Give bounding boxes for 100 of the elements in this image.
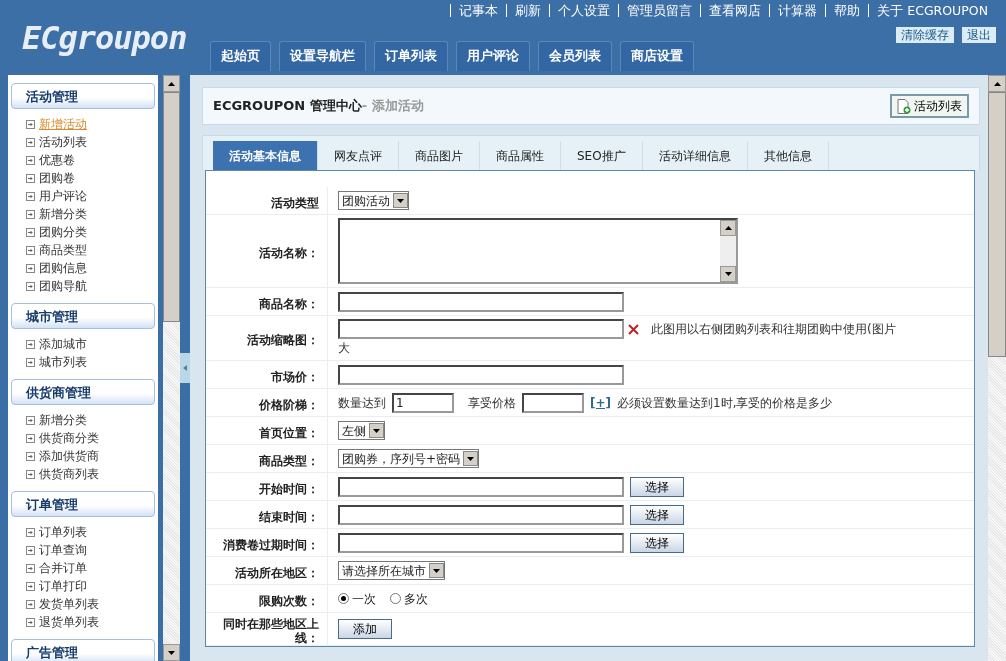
field-label: 商品名称： xyxy=(206,288,328,315)
field-text: 数量达到 xyxy=(338,394,386,412)
field-label: 活动类型 xyxy=(206,187,328,214)
sidebar-item[interactable]: 城市列表 xyxy=(39,353,87,371)
dropdown[interactable]: 团购活动 xyxy=(338,191,409,210)
add-document-icon xyxy=(897,98,911,114)
header-link[interactable]: 刷新 xyxy=(506,4,550,17)
field-label: 活动缩略图： xyxy=(206,316,328,360)
text-area[interactable] xyxy=(338,218,738,284)
dropdown-arrow-icon xyxy=(467,456,475,461)
field-label: 消费卷过期时间： xyxy=(206,529,328,556)
sidebar-item[interactable]: 新增分类 xyxy=(39,411,87,429)
logo: ECgroupon xyxy=(22,18,187,59)
sidebar-group-title[interactable]: 广告管理 xyxy=(11,639,155,661)
tab[interactable]: 活动基本信息 xyxy=(213,141,318,170)
header-button[interactable]: 退出 xyxy=(962,27,996,43)
sidebar-item[interactable]: 订单查询 xyxy=(39,541,87,559)
sidebar-item[interactable]: 团购信息 xyxy=(39,259,87,277)
field-label: 商品类型： xyxy=(206,445,328,472)
up-arrow-icon[interactable] xyxy=(168,81,175,86)
radio-button[interactable] xyxy=(390,593,401,604)
dropdown[interactable]: 左侧 xyxy=(338,421,385,440)
arrow-box-icon xyxy=(26,469,35,479)
header-link[interactable]: 计算器 xyxy=(769,4,826,17)
nav-tab[interactable]: 设置导航栏 xyxy=(279,41,366,71)
sidebar-item[interactable]: 团购导航 xyxy=(39,277,87,295)
header-button[interactable]: 清除缓存 xyxy=(896,27,954,43)
hint-text: 此图用以右侧团购列表和往期团购中使用(图片 xyxy=(651,321,896,338)
file-field[interactable] xyxy=(338,319,624,339)
date-field[interactable] xyxy=(338,532,624,553)
add-button[interactable]: 添加 xyxy=(338,619,392,639)
arrow-box-icon xyxy=(26,433,35,443)
select-button[interactable]: 选择 xyxy=(630,504,684,525)
sidebar-item[interactable]: 优惠卷 xyxy=(39,151,75,169)
radio-button[interactable] xyxy=(338,593,349,604)
arrow-box-icon xyxy=(26,155,35,165)
sidebar-item[interactable]: 订单打印 xyxy=(39,577,87,595)
field-label: 同时在那些地区上线： xyxy=(206,613,328,645)
sidebar-item[interactable]: 团购卷 xyxy=(39,169,75,187)
sidebar-item[interactable]: 发货单列表 xyxy=(39,595,99,613)
nav-tab[interactable]: 起始页 xyxy=(210,41,271,71)
sidebar-item[interactable]: 商品类型 xyxy=(39,241,87,259)
input-field[interactable] xyxy=(338,364,624,385)
arrow-box-icon xyxy=(26,137,35,147)
header-link[interactable]: 关于 ECGROUPON xyxy=(868,4,996,17)
sidebar-group-title[interactable]: 城市管理 xyxy=(11,303,155,329)
radio-label[interactable]: 一次 xyxy=(352,589,376,608)
header-link[interactable]: 帮助 xyxy=(825,4,869,17)
sidebar-group-title[interactable]: 供货商管理 xyxy=(11,379,155,405)
arrow-box-icon xyxy=(26,357,35,367)
collapse-handle[interactable] xyxy=(180,353,190,383)
add-link[interactable]: [+] xyxy=(590,393,612,412)
down-arrow-icon[interactable] xyxy=(724,272,732,276)
header-link[interactable]: 管理员留言 xyxy=(618,4,701,17)
sidebar-item[interactable]: 用户评论 xyxy=(39,187,87,205)
sidebar-item[interactable]: 订单列表 xyxy=(39,523,87,541)
down-arrow-icon[interactable] xyxy=(168,650,175,655)
sidebar-item[interactable]: 添加供货商 xyxy=(39,447,99,465)
arrow-box-icon xyxy=(26,415,35,425)
select-button[interactable]: 选择 xyxy=(630,532,684,553)
sidebar-group-title[interactable]: 订单管理 xyxy=(11,491,155,517)
sidebar-group-title[interactable]: 活动管理 xyxy=(11,83,155,109)
radio-label[interactable]: 多次 xyxy=(404,589,428,608)
sidebar-item[interactable]: 供货商分类 xyxy=(39,429,99,447)
input-field[interactable] xyxy=(338,291,624,312)
field-label: 结束时间： xyxy=(206,501,328,528)
field-label: 市场价： xyxy=(206,361,328,388)
sidebar-item[interactable]: 合并订单 xyxy=(39,559,87,577)
input-field[interactable] xyxy=(522,392,584,413)
sidebar-item[interactable]: 添加城市 xyxy=(39,335,87,353)
field-label: 活动所在地区： xyxy=(206,557,328,584)
nav-tab[interactable]: 用户评论 xyxy=(456,41,530,71)
scrollbar[interactable] xyxy=(163,75,180,661)
sidebar-item[interactable]: 退货单列表 xyxy=(39,613,99,631)
date-field[interactable] xyxy=(338,504,624,525)
up-arrow-icon[interactable] xyxy=(993,81,1001,86)
scrollbar[interactable] xyxy=(988,75,1006,661)
input-field[interactable]: 1 xyxy=(392,392,454,413)
up-arrow-icon[interactable] xyxy=(724,226,732,230)
activity-list-button[interactable]: 活动列表 xyxy=(890,94,969,118)
sidebar-item[interactable]: 供货商列表 xyxy=(39,465,99,483)
header-link[interactable]: 记事本 xyxy=(450,4,507,17)
header-link[interactable]: 个人设置 xyxy=(549,4,619,17)
header-link[interactable]: 查看网店 xyxy=(700,4,770,17)
arrow-box-icon xyxy=(26,545,35,555)
close-icon[interactable] xyxy=(628,323,639,335)
select-button[interactable]: 选择 xyxy=(630,476,684,497)
arrow-box-icon xyxy=(26,599,35,609)
dropdown-arrow-icon xyxy=(373,428,380,433)
dropdown[interactable]: 请选择所在城市 xyxy=(338,561,445,580)
sidebar-item[interactable]: 团购分类 xyxy=(39,223,87,241)
date-field[interactable] xyxy=(338,476,624,497)
page-subtitle: - 添加活动 xyxy=(361,98,424,114)
nav-tab[interactable]: 商店设置 xyxy=(620,41,694,71)
arrow-box-icon xyxy=(26,119,35,129)
nav-tab[interactable]: 会员列表 xyxy=(538,41,612,71)
sidebar-item[interactable]: 活动列表 xyxy=(39,133,87,151)
sidebar-item[interactable]: 新增分类 xyxy=(39,205,87,223)
dropdown[interactable]: 团购券，序列号+密码 xyxy=(338,449,480,468)
nav-tab[interactable]: 订单列表 xyxy=(374,41,448,71)
